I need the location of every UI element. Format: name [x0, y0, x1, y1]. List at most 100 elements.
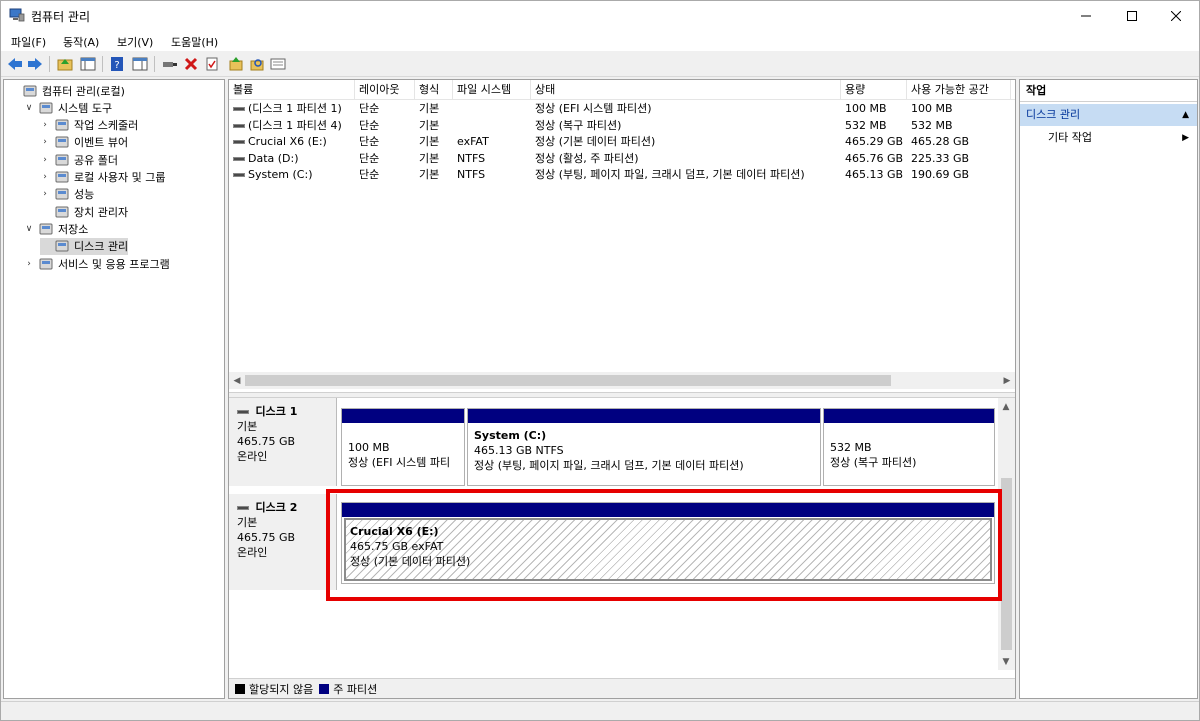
- tree-item[interactable]: 장치 관리자: [40, 203, 128, 220]
- up-one-level-button[interactable]: [56, 55, 74, 73]
- partition-bar: [824, 409, 994, 423]
- vertical-scroll-thumb[interactable]: [1001, 478, 1012, 650]
- column-type[interactable]: 형식: [415, 80, 453, 100]
- collapse-chevron-icon[interactable]: ∨: [24, 224, 34, 234]
- connect-button[interactable]: [161, 55, 179, 73]
- volume-cell-status: 정상 (EFI 시스템 파티션): [531, 100, 841, 117]
- minimize-button[interactable]: [1063, 1, 1109, 31]
- disk-1-partition-recovery[interactable]: 532 MB 정상 (복구 파티션): [823, 408, 995, 486]
- column-volume[interactable]: 볼륨: [229, 80, 355, 100]
- scroll-right-icon[interactable]: ▶: [999, 372, 1015, 389]
- show-hide-action-pane-button[interactable]: [131, 55, 149, 73]
- scroll-up-icon[interactable]: ▲: [998, 398, 1014, 415]
- disk-1-info[interactable]: 디스크 1 기본 465.75 GB 온라인: [229, 398, 337, 486]
- volume-cell-text: 단순: [359, 102, 380, 115]
- properties-button[interactable]: [203, 55, 221, 73]
- window-title: 컴퓨터 관리: [31, 10, 91, 24]
- volume-icon: [233, 173, 245, 177]
- volume-cell-text: 정상 (복구 파티션): [535, 118, 622, 132]
- volume-cell-free: 465.28 GB: [907, 133, 1011, 150]
- disk-1-partition-efi[interactable]: 100 MB 정상 (EFI 시스템 파티: [341, 408, 465, 486]
- up-icon: [229, 57, 243, 71]
- show-hide-action-pane-icon: [132, 57, 148, 71]
- volume-row[interactable]: Crucial X6 (E:) 단순 기본 exFAT 정상 (기본 데이터 파티션) 4…: [229, 133, 1015, 150]
- tree-item[interactable]: › 공유 폴더: [40, 151, 118, 168]
- tree-item[interactable]: › 성능: [40, 186, 94, 203]
- volume-cell-text: System (C:): [248, 168, 313, 181]
- volume-cell-volume: (디스크 1 파티션 1): [229, 100, 355, 117]
- find-button[interactable]: [248, 55, 266, 73]
- computer-management-icon: [22, 84, 38, 98]
- column-capacity[interactable]: 용량: [841, 80, 907, 100]
- disk-management-pane: 볼륨 레이아웃 형식 파일 시스템 상태 용량 사용 가능한 공간 (디스크 1…: [228, 79, 1016, 699]
- column-layout[interactable]: 레이아웃: [355, 80, 415, 100]
- device-manager-icon: [54, 205, 70, 219]
- expand-chevron-icon[interactable]: ›: [24, 259, 34, 269]
- scroll-down-icon[interactable]: ▼: [998, 653, 1014, 670]
- more-actions-item[interactable]: 기타 작업 ▶: [1020, 128, 1197, 148]
- vertical-scrollbar[interactable]: ▲ ▼: [998, 398, 1015, 670]
- disk-1-partition-system[interactable]: System (C:) 465.13 GB NTFS 정상 (부팅, 페이지 파…: [467, 408, 821, 486]
- menu-file[interactable]: 파일(F): [11, 34, 46, 50]
- maximize-button[interactable]: [1109, 1, 1155, 31]
- tree-item-label: 시스템 도구: [58, 101, 113, 115]
- task-scheduler-icon: [54, 118, 70, 132]
- tree-item[interactable]: ∨ 시스템 도구: [24, 99, 112, 116]
- tree-item[interactable]: › 작업 스케줄러: [40, 117, 138, 134]
- partition-status: 정상 (기본 데이터 파티션): [350, 555, 471, 568]
- volume-cell-layout: 단순: [355, 117, 415, 134]
- menu-action[interactable]: 동작(A): [63, 34, 99, 50]
- forward-button[interactable]: [26, 55, 44, 73]
- delete-button[interactable]: [182, 55, 200, 73]
- system-tools-icon: [38, 101, 54, 115]
- tree-item-label: 공유 폴더: [74, 153, 118, 167]
- volume-row[interactable]: System (C:) 단순 기본 NTFS 정상 (부팅, 페이지 파일, 크래시 덤…: [229, 166, 1015, 183]
- tree-item[interactable]: ∨ 저장소: [24, 220, 89, 237]
- disk-1-size: 465.75 GB: [237, 435, 296, 448]
- view-button[interactable]: [269, 55, 287, 73]
- tree-item[interactable]: 컴퓨터 관리(로컬): [8, 82, 125, 99]
- volume-cell-text: 465.28 GB: [911, 135, 970, 148]
- horizontal-scroll-thumb[interactable]: [245, 375, 891, 386]
- expand-chevron-icon[interactable]: ›: [40, 155, 50, 165]
- performance-icon: [54, 187, 70, 201]
- volume-cell-text: 기본: [419, 135, 440, 148]
- volume-cell-text: 단순: [359, 118, 380, 132]
- column-free-space[interactable]: 사용 가능한 공간: [907, 80, 1011, 100]
- partition-size: 532 MB: [830, 441, 872, 454]
- back-arrow-icon: [8, 58, 22, 70]
- expand-chevron-icon[interactable]: ›: [40, 172, 50, 182]
- disk-2-info[interactable]: 디스크 2 기본 465.75 GB 온라인: [229, 494, 337, 590]
- expand-chevron-icon[interactable]: ›: [40, 137, 50, 147]
- volume-cell-text: 100 MB: [845, 102, 887, 115]
- local-users-icon: [54, 170, 70, 184]
- volume-row[interactable]: (디스크 1 파티션 4) 단순 기본 정상 (복구 파티션) 532 MB 532 MB: [229, 117, 1015, 134]
- collapse-up-icon[interactable]: ▲: [1182, 104, 1189, 126]
- horizontal-scrollbar[interactable]: ◀ ▶: [229, 372, 1015, 389]
- column-status[interactable]: 상태: [531, 80, 841, 100]
- help-button[interactable]: ?: [108, 55, 126, 73]
- volume-row[interactable]: (디스크 1 파티션 1) 단순 기본 정상 (EFI 시스템 파티션) 100 MB 1…: [229, 100, 1015, 117]
- scroll-left-icon[interactable]: ◀: [229, 372, 245, 389]
- back-button[interactable]: [6, 55, 24, 73]
- menu-view[interactable]: 보기(V): [117, 34, 153, 50]
- tree-item[interactable]: › 이벤트 뷰어: [40, 134, 128, 151]
- tree-item-label: 이벤트 뷰어: [74, 136, 129, 150]
- show-hide-console-tree-button[interactable]: [79, 55, 97, 73]
- menu-help[interactable]: 도움말(H): [171, 34, 218, 50]
- tree-item[interactable]: 디스크 관리: [40, 237, 129, 255]
- volume-cell-layout: 단순: [355, 166, 415, 183]
- column-filesystem[interactable]: 파일 시스템: [453, 80, 531, 100]
- actions-section-disk-management[interactable]: 디스크 관리 ▲: [1020, 104, 1197, 126]
- volume-row[interactable]: Data (D:) 단순 기본 NTFS 정상 (활성, 주 파티션) 465.76 GB…: [229, 150, 1015, 167]
- export-list-button[interactable]: [227, 55, 245, 73]
- tree-item[interactable]: › 서비스 및 응용 프로그램: [24, 255, 170, 272]
- disk-2-partition-crucial[interactable]: Crucial X6 (E:) 465.75 GB exFAT 정상 (기본 데…: [341, 502, 995, 584]
- expand-chevron-icon[interactable]: ›: [40, 120, 50, 130]
- menu-bar: 파일(F) 동작(A) 보기(V) 도움말(H): [1, 31, 1199, 51]
- close-button[interactable]: [1153, 1, 1199, 31]
- legend: 할당되지 않음 주 파티션: [229, 678, 1015, 698]
- expand-chevron-icon[interactable]: ›: [40, 189, 50, 199]
- collapse-chevron-icon[interactable]: ∨: [24, 103, 34, 113]
- tree-item[interactable]: › 로컬 사용자 및 그룹: [40, 169, 165, 186]
